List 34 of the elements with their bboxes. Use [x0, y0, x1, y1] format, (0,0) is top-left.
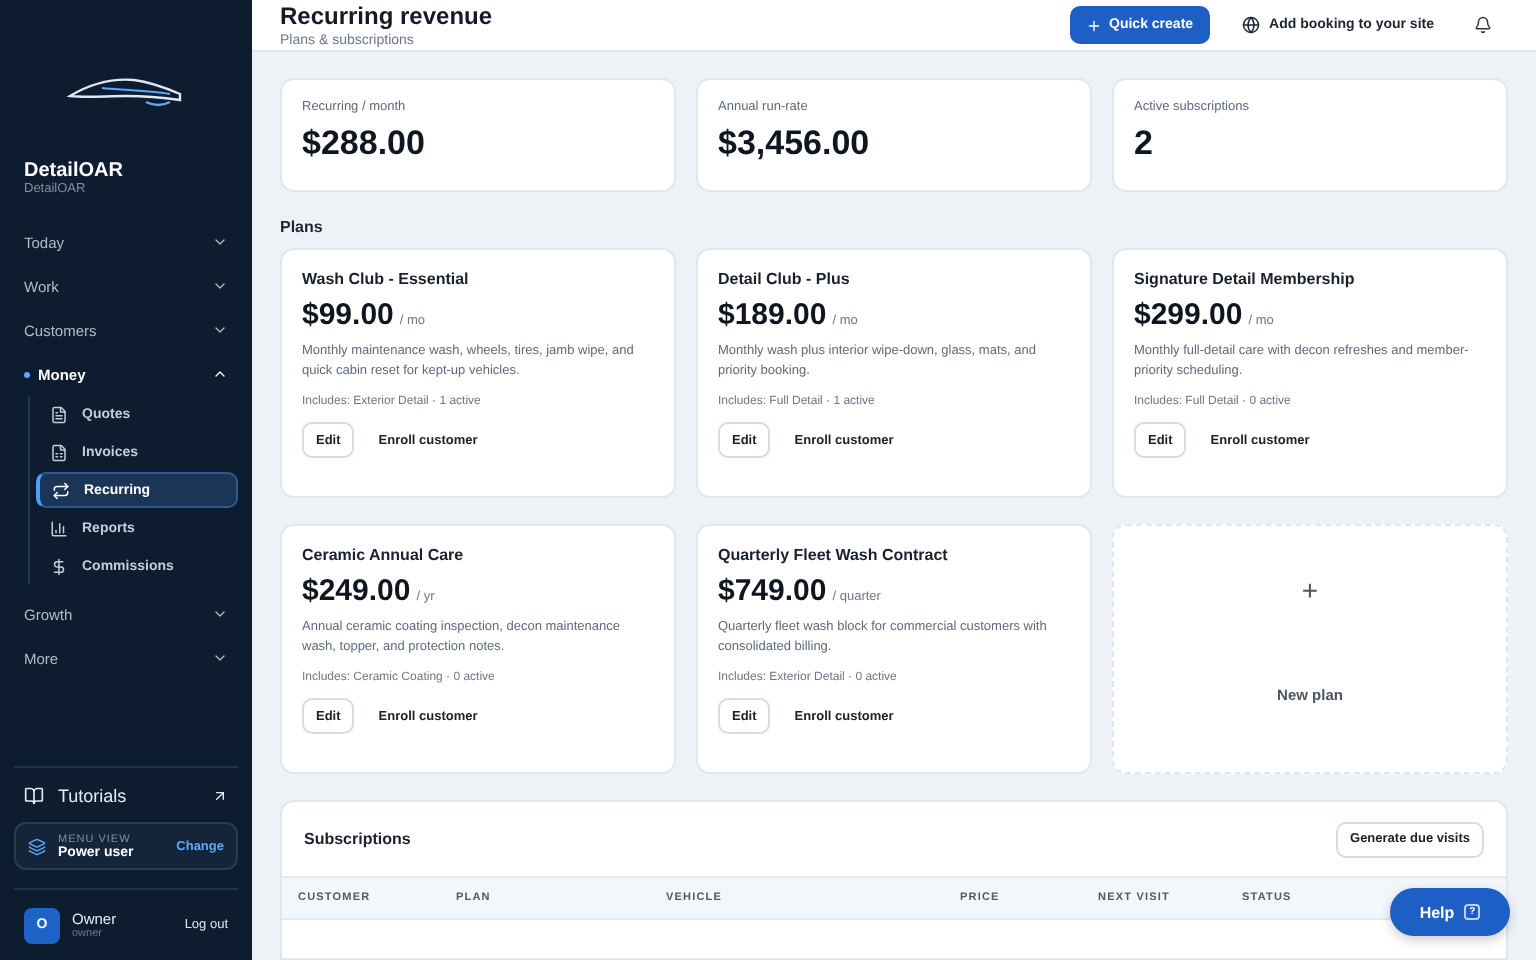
repeat-icon: [52, 481, 70, 499]
chevron-down-icon: [212, 606, 228, 622]
document-icon: [50, 443, 68, 461]
stat-value: 2: [1134, 124, 1155, 164]
stat-value: $3,456.00: [718, 124, 872, 164]
plan-name: Signature Detail Membership: [1134, 270, 1357, 288]
chevron-up-icon: [212, 366, 228, 382]
document-icon: [50, 405, 68, 423]
brand-name: DetailOAR: [22, 160, 125, 182]
section-heading: Plans: [280, 218, 325, 236]
globe-icon: [1241, 16, 1260, 34]
stat-value: $288.00: [302, 124, 427, 164]
plan-name: Detail Club - Plus: [718, 270, 852, 288]
plan-name: Quarterly Fleet Wash Contract: [718, 546, 950, 564]
chevron-down-icon: [212, 650, 228, 666]
plan-price: $99.00: [302, 298, 394, 332]
chevron-down-icon: [212, 322, 228, 338]
book-icon: [24, 785, 44, 805]
plus-icon: [1085, 17, 1102, 33]
plan-name: Wash Club - Essential: [302, 270, 471, 288]
plan-price: $249.00: [302, 574, 411, 608]
plan-price: $189.00: [718, 298, 827, 332]
page-title: Recurring revenue: [280, 2, 493, 30]
car-logo-icon: [66, 72, 186, 112]
plan-price: $749.00: [718, 574, 827, 608]
chevron-down-icon: [212, 278, 228, 294]
external-link-icon: [212, 787, 228, 803]
bar-chart-icon: [50, 519, 68, 537]
layers-icon: [28, 837, 46, 855]
plan-price: $299.00: [1134, 298, 1243, 332]
chevron-down-icon: [212, 234, 228, 250]
panel-title: Subscriptions: [304, 830, 411, 848]
plan-name: Ceramic Annual Care: [302, 546, 466, 564]
dollar-icon: [50, 557, 68, 575]
